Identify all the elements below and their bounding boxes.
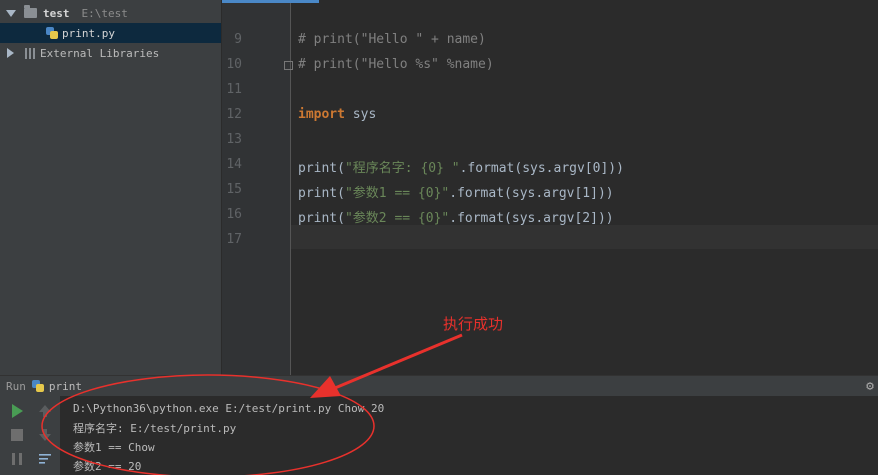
run-tool-window-header: Run print ⚙ [0, 375, 878, 396]
keyword-import: import [298, 107, 345, 122]
code-editor[interactable]: 9 10 11 12 13 14 15 16 17 # print("Hello… [222, 3, 878, 375]
expand-arrow-icon[interactable] [6, 9, 16, 17]
line-number: 16 [226, 207, 242, 222]
tree-item-external-libraries[interactable]: External Libraries [0, 43, 221, 63]
stop-icon[interactable] [9, 427, 25, 443]
python-file-icon [46, 27, 58, 39]
line-number: 10 [226, 57, 242, 72]
console-output-line: 程序名字: E:/test/print.py [73, 422, 237, 435]
format-call: .format(sys.argv[2])) [449, 211, 614, 226]
print-call: print( [298, 186, 345, 201]
library-icon [25, 47, 36, 59]
run-toolbar [0, 396, 60, 475]
print-call: print( [298, 161, 345, 176]
collapse-arrow-icon[interactable] [7, 48, 14, 58]
run-config-name[interactable]: print [49, 380, 82, 393]
format-call: .format(sys.argv[1])) [449, 186, 614, 201]
line-number: 11 [226, 82, 242, 97]
soft-wrap-icon[interactable] [37, 451, 53, 467]
external-libraries-label: External Libraries [40, 46, 160, 60]
code-line-15: print("参数1 == {0}".format(sys.argv[1])) [298, 182, 614, 201]
file-name: print.py [62, 26, 115, 40]
run-label: Run [6, 379, 26, 393]
console-output-line: 参数1 == Chow [73, 441, 155, 454]
folder-icon [24, 5, 37, 18]
annotation-label: 执行成功 [443, 315, 504, 333]
folder-name: test [43, 6, 70, 20]
down-arrow-icon[interactable] [37, 427, 53, 443]
import-target: sys [344, 107, 377, 122]
tree-item-test-folder[interactable]: test E:\test [0, 3, 221, 23]
code-line-16: print("参数2 == {0}".format(sys.argv[2])) [298, 207, 614, 226]
code-line-10: # print("Hello %s" %name) [298, 57, 494, 72]
line-number: 15 [226, 182, 242, 197]
format-call: .format(sys.argv[0])) [459, 161, 624, 176]
line-number: 9 [234, 32, 242, 47]
pause-icon[interactable] [9, 451, 25, 467]
code-line-14: print("程序名字: {0} ".format(sys.argv[0])) [298, 157, 624, 176]
gear-icon[interactable]: ⚙ [866, 379, 874, 394]
python-run-config-icon [31, 380, 44, 392]
console-command-line: D:\Python36\python.exe E:/test/print.py … [73, 402, 385, 415]
fold-marker-icon[interactable] [284, 61, 293, 70]
current-line-highlight [291, 225, 878, 249]
code-line-12: import sys [298, 107, 376, 122]
print-call: print( [298, 211, 345, 226]
console-output-line: 参数2 == 20 [73, 460, 142, 473]
code-line-9: # print("Hello " + name) [298, 32, 486, 47]
up-arrow-icon[interactable] [37, 403, 53, 419]
run-console[interactable]: D:\Python36\python.exe E:/test/print.py … [60, 396, 878, 475]
string-literal: "程序名字: {0} " [344, 161, 460, 176]
line-number: 14 [226, 157, 242, 172]
line-number-gutter: 9 10 11 12 13 14 15 16 17 [222, 3, 293, 375]
line-number: 17 [226, 232, 242, 247]
tree-item-print-py[interactable]: print.py [0, 23, 221, 43]
string-literal: "参数2 == {0}" [344, 211, 450, 226]
project-panel: test E:\test print.py External Libraries [0, 0, 222, 375]
line-number: 13 [226, 132, 242, 147]
run-icon[interactable] [9, 403, 25, 419]
folder-path: E:\test [81, 6, 128, 20]
string-literal: "参数1 == {0}" [344, 186, 450, 201]
line-number: 12 [226, 107, 242, 122]
